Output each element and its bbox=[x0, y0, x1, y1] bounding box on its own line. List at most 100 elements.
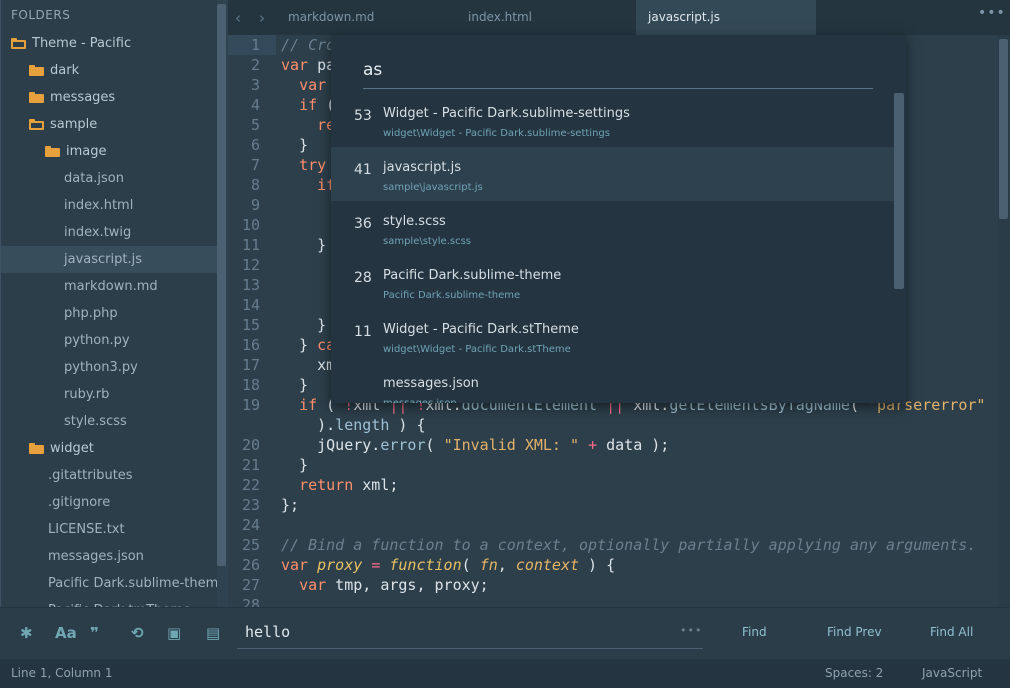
quick-open-result[interactable]: 36 style.scss sample\style.scss bbox=[331, 201, 896, 255]
code-token: = bbox=[371, 556, 381, 574]
sidebar-folder[interactable]: image bbox=[1, 138, 228, 165]
code-token: if bbox=[299, 96, 318, 114]
sidebar-file[interactable]: php.php bbox=[1, 300, 228, 327]
editor-scrollbar-thumb[interactable] bbox=[999, 39, 1008, 219]
quick-open-result[interactable]: 53 Widget - Pacific Dark.sublime-settings… bbox=[331, 93, 896, 147]
line-number: 15 bbox=[241, 316, 260, 334]
case-sensitive-toggle-icon[interactable]: Aa bbox=[55, 624, 77, 642]
result-title: Widget - Pacific Dark.stTheme bbox=[383, 322, 579, 337]
tab-index-html[interactable]: index.html bbox=[456, 0, 626, 35]
code-token: context bbox=[515, 556, 580, 574]
code-text: } bbox=[281, 455, 308, 475]
sidebar-scrollbar-thumb[interactable] bbox=[217, 4, 226, 566]
sidebar-file[interactable]: index.html bbox=[1, 192, 228, 219]
sidebar-file[interactable]: python3.py bbox=[1, 354, 228, 381]
result-score: 36 bbox=[354, 216, 372, 232]
line-number: 12 bbox=[241, 256, 260, 274]
whole-word-toggle-icon[interactable]: ❞ bbox=[90, 624, 99, 642]
result-title: style.scss bbox=[383, 214, 446, 229]
result-score: 28 bbox=[354, 270, 372, 286]
line-number: 4 bbox=[250, 96, 260, 114]
sidebar-item-label: widget bbox=[50, 441, 94, 456]
find-history-icon[interactable]: ••• bbox=[680, 624, 702, 637]
code-text: re bbox=[281, 115, 335, 135]
sidebar-file[interactable]: javascript.js bbox=[1, 246, 228, 273]
sidebar-item-label: LICENSE.txt bbox=[48, 522, 125, 537]
sidebar-file[interactable]: .gitignore bbox=[1, 489, 228, 516]
tab-markdown[interactable]: markdown.md bbox=[276, 0, 440, 35]
quick-open-scrollbar-thumb[interactable] bbox=[894, 93, 904, 289]
code-text: var tmp, args, proxy; bbox=[281, 575, 489, 595]
regex-toggle-icon[interactable]: ✱ bbox=[20, 624, 33, 642]
in-selection-toggle-icon[interactable]: ▣ bbox=[167, 624, 181, 642]
folder-icon bbox=[45, 146, 60, 157]
line-number: 2 bbox=[250, 56, 260, 74]
result-title: messages.json bbox=[383, 376, 479, 391]
sidebar-item-label: data.json bbox=[64, 171, 124, 186]
code-token: return bbox=[299, 476, 354, 494]
find-button[interactable]: Find bbox=[742, 625, 767, 639]
tab-javascript[interactable]: javascript.js bbox=[636, 0, 816, 35]
code-token: if bbox=[299, 396, 318, 414]
indentation-setting[interactable]: Spaces: 2 bbox=[825, 666, 883, 680]
sidebar-item-label: messages.json bbox=[48, 549, 144, 564]
line-number: 10 bbox=[241, 216, 260, 234]
sidebar-file[interactable]: python.py bbox=[1, 327, 228, 354]
sidebar-file[interactable]: LICENSE.txt bbox=[1, 516, 228, 543]
result-path: Pacific Dark.sublime-theme bbox=[383, 290, 521, 301]
find-input[interactable]: hello bbox=[237, 619, 703, 649]
code-text: }; bbox=[281, 495, 299, 515]
sidebar-file[interactable]: messages.json bbox=[1, 543, 228, 570]
quick-open-result[interactable]: 28 Pacific Dark.sublime-theme Pacific Dark… bbox=[331, 255, 896, 309]
folder-icon bbox=[29, 443, 44, 454]
code-token: function bbox=[389, 556, 462, 574]
tab-back-icon[interactable]: ‹ bbox=[235, 9, 241, 27]
result-title: javascript.js bbox=[383, 160, 461, 175]
sidebar-folder[interactable]: Theme - Pacific bbox=[1, 30, 228, 57]
code-token: }; bbox=[281, 496, 300, 514]
sidebar-file[interactable]: Pacific Dark.sublime-theme bbox=[1, 570, 228, 597]
sidebar-file[interactable]: index.twig bbox=[1, 219, 228, 246]
quick-open-result[interactable]: messages.json messages.json bbox=[331, 363, 896, 403]
code-text: // Cro bbox=[281, 35, 335, 55]
sidebar-file[interactable]: Pacific Dark.tmTheme bbox=[1, 597, 228, 607]
highlight-matches-toggle-icon[interactable]: ▤ bbox=[206, 624, 220, 642]
code-text: } bbox=[281, 235, 326, 255]
line-number: 1 bbox=[250, 36, 260, 54]
sidebar-item-label: .gitattributes bbox=[48, 468, 133, 483]
tab-overflow-icon[interactable]: ••• bbox=[978, 5, 1006, 21]
line-number: 5 bbox=[250, 116, 260, 134]
sidebar-file[interactable]: data.json bbox=[1, 165, 228, 192]
sidebar-file[interactable]: style.scss bbox=[1, 408, 228, 435]
sidebar-file[interactable]: markdown.md bbox=[1, 273, 228, 300]
sidebar-folder[interactable]: dark bbox=[1, 57, 228, 84]
sidebar: FOLDERS Theme - Pacific dark messages sampl… bbox=[0, 0, 228, 607]
sidebar-folder[interactable]: widget bbox=[1, 435, 228, 462]
code-text: var proxy = function( fn, context ) { bbox=[281, 555, 615, 575]
result-title: Pacific Dark.sublime-theme bbox=[383, 268, 562, 283]
folder-icon bbox=[29, 92, 44, 103]
sidebar-file[interactable]: ruby.rb bbox=[1, 381, 228, 408]
quick-open-result[interactable]: 11 Widget - Pacific Dark.stTheme widget\Wi… bbox=[331, 309, 896, 363]
code-token: xm bbox=[281, 356, 336, 374]
sidebar-folder[interactable]: sample bbox=[1, 111, 228, 138]
sidebar-file[interactable]: .gitattributes bbox=[1, 462, 228, 489]
sidebar-item-label: javascript.js bbox=[64, 252, 142, 267]
code-token: xml; bbox=[353, 476, 399, 494]
result-score: 41 bbox=[354, 162, 372, 178]
wrap-toggle-icon[interactable]: ⟲ bbox=[131, 624, 144, 642]
syntax-setting[interactable]: JavaScript bbox=[922, 666, 982, 680]
tab-forward-icon[interactable]: › bbox=[259, 9, 265, 27]
quick-open-input[interactable]: as bbox=[363, 53, 873, 89]
result-score: 53 bbox=[354, 108, 372, 124]
sidebar-folder[interactable]: messages bbox=[1, 84, 228, 111]
code-text: try bbox=[281, 155, 326, 175]
quick-open-result[interactable]: 41 javascript.js sample\javascript.js bbox=[331, 147, 896, 201]
code-text: if bbox=[281, 175, 335, 195]
folder-open-icon bbox=[29, 119, 44, 130]
find-prev-button[interactable]: Find Prev bbox=[827, 625, 882, 639]
find-all-button[interactable]: Find All bbox=[930, 625, 973, 639]
